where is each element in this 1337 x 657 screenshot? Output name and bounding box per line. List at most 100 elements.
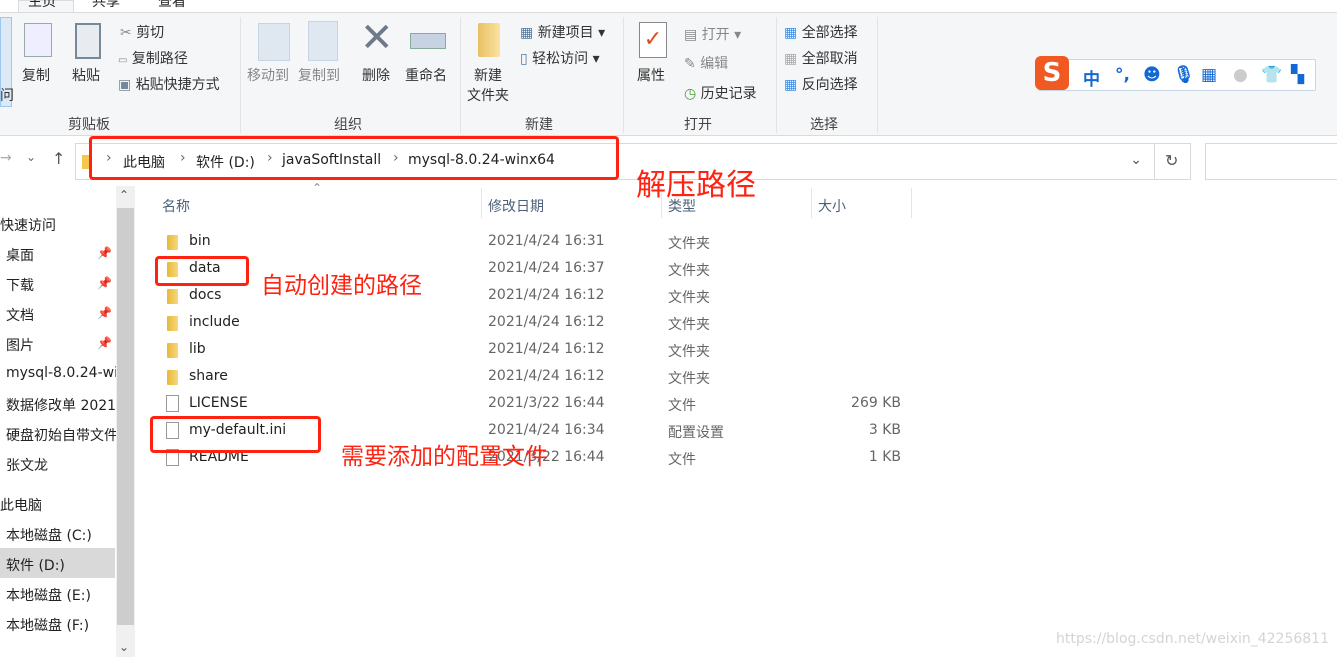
shortcut-icon: ▣ xyxy=(118,77,132,93)
file-row[interactable]: include 2021/4/24 16:12 文件夹 xyxy=(160,310,920,337)
tab-share[interactable]: 共享 xyxy=(92,0,120,11)
cut-button[interactable]: ✂ 剪切 xyxy=(120,22,164,42)
history-label: 历史记录 xyxy=(700,86,757,102)
ime-mode-toggle[interactable]: 中 xyxy=(1083,65,1100,90)
refresh-button[interactable]: ↻ xyxy=(1155,143,1191,180)
paste-shortcut-label: 粘贴快捷方式 xyxy=(135,77,220,93)
emoji-icon[interactable]: ☻ xyxy=(1143,65,1161,85)
group-new-label: 新建 xyxy=(525,117,553,133)
up-arrow-icon[interactable]: ↑ xyxy=(52,149,65,168)
nav-drive-e[interactable]: 本地磁盘 (E:) xyxy=(6,585,116,605)
file-row[interactable]: LICENSE 2021/3/22 16:44 文件 269 KB xyxy=(160,391,920,418)
edit-button[interactable]: ✎ 编辑 xyxy=(684,53,728,73)
rename-button[interactable]: 重命名 xyxy=(405,65,447,85)
column-divider[interactable] xyxy=(911,188,912,218)
invert-selection-button[interactable]: ▦ 反向选择 xyxy=(784,74,858,94)
paste-icon xyxy=(75,23,101,59)
file-date: 2021/4/24 16:12 xyxy=(488,314,605,330)
column-header-size[interactable]: 大小 xyxy=(818,196,846,216)
divider xyxy=(623,17,624,133)
copy-button[interactable]: 复制 xyxy=(22,65,50,85)
folder-icon xyxy=(167,289,178,304)
file-row[interactable]: bin 2021/4/24 16:31 文件夹 xyxy=(160,229,920,256)
delete-button[interactable]: 删除 xyxy=(362,65,390,85)
easy-access-label: 轻松访问 xyxy=(532,51,589,67)
group-select-label: 选择 xyxy=(810,117,838,133)
scissors-icon: ✂ xyxy=(120,25,132,41)
history-button[interactable]: ◷ 历史记录 xyxy=(684,83,757,103)
easy-access-button[interactable]: ▯ 轻松访问 ▾ xyxy=(520,48,600,68)
nav-item-recent[interactable]: 硬盘初始自带文件 xyxy=(6,425,116,445)
file-type: 配置设置 xyxy=(668,425,724,441)
move-to-button[interactable]: 移动到 xyxy=(247,65,289,85)
pin-label: 问 xyxy=(0,88,14,104)
file-date: 2021/4/24 16:12 xyxy=(488,368,605,384)
column-header-name[interactable]: 名称 xyxy=(162,196,190,216)
user-icon[interactable]: ● xyxy=(1233,65,1248,85)
copy-to-button[interactable]: 复制到 xyxy=(298,65,340,85)
pin-icon: 📌 xyxy=(97,246,112,260)
sogou-logo[interactable]: S xyxy=(1035,56,1069,90)
toolbox-icon[interactable]: ▚ xyxy=(1291,65,1304,85)
file-row[interactable]: lib 2021/4/24 16:12 文件夹 xyxy=(160,337,920,364)
divider xyxy=(877,17,878,133)
nav-quick-access[interactable]: 快速访问 xyxy=(0,215,110,235)
new-item-button[interactable]: ▦ 新建项目 ▾ xyxy=(520,22,605,42)
tab-home-label[interactable]: 主页 xyxy=(28,0,56,11)
tab-view[interactable]: 查看 xyxy=(158,0,186,11)
copy-path-label: 复制路径 xyxy=(131,51,188,67)
column-divider[interactable] xyxy=(811,188,812,218)
cut-label: 剪切 xyxy=(136,25,165,41)
properties-button[interactable]: 属性 xyxy=(637,65,665,85)
search-input[interactable] xyxy=(1205,143,1337,180)
easy-access-icon: ▯ xyxy=(520,51,528,67)
file-date: 2021/4/24 16:12 xyxy=(488,341,605,357)
keyboard-icon[interactable]: ▦ xyxy=(1201,65,1217,85)
address-dropdown-chevron-icon[interactable]: ⌄ xyxy=(1130,152,1142,168)
scroll-down-icon[interactable]: ⌄ xyxy=(119,640,129,654)
file-name: docs xyxy=(189,287,222,303)
nav-scrollbar-thumb[interactable] xyxy=(117,208,134,625)
watermark: https://blog.csdn.net/weixin_42256811 xyxy=(1055,631,1329,647)
forward-arrow-icon[interactable]: → xyxy=(0,150,12,166)
ime-punct-toggle[interactable]: °, xyxy=(1115,65,1130,85)
column-header-date[interactable]: 修改日期 xyxy=(488,196,544,216)
microphone-icon[interactable]: 🎙 xyxy=(1173,65,1195,85)
group-clipboard-label: 剪贴板 xyxy=(68,117,110,133)
open-icon: ▤ xyxy=(684,27,698,43)
divider xyxy=(460,17,461,133)
annotation-box-config xyxy=(150,416,321,453)
annotation-box-path xyxy=(89,136,619,180)
nav-item-recent[interactable]: mysql-8.0.24-winx64 xyxy=(6,365,116,381)
copy-path-button[interactable]: ▭ 复制路径 xyxy=(118,48,188,68)
history-icon: ◷ xyxy=(684,86,697,102)
pin-icon: 📌 xyxy=(97,336,112,350)
recent-locations-chevron-icon[interactable]: ⌄ xyxy=(26,150,36,164)
select-none-button[interactable]: ▦ 全部取消 xyxy=(784,48,858,68)
file-name: LICENSE xyxy=(189,395,248,411)
scroll-up-icon[interactable]: ⌃ xyxy=(119,188,129,202)
divider xyxy=(776,17,777,133)
file-date: 2021/4/24 16:34 xyxy=(488,422,605,438)
nav-drive-c[interactable]: 本地磁盘 (C:) xyxy=(6,525,116,545)
new-item-label: 新建项目 xyxy=(537,25,594,41)
new-folder-button[interactable]: 新建 xyxy=(474,65,502,85)
open-button[interactable]: ▤ 打开 ▾ xyxy=(684,24,741,44)
ime-toolbar[interactable]: S 中 °, ☻ 🎙 ▦ ● 👕 ▚ xyxy=(1035,56,1316,91)
divider xyxy=(240,17,241,133)
paste-shortcut-button[interactable]: ▣ 粘贴快捷方式 xyxy=(118,74,220,94)
file-type: 文件夹 xyxy=(668,317,710,333)
nav-drive-f[interactable]: 本地磁盘 (F:) xyxy=(6,615,116,635)
nav-item-recent[interactable]: 张文龙 xyxy=(6,455,116,475)
file-row[interactable]: share 2021/4/24 16:12 文件夹 xyxy=(160,364,920,391)
column-divider[interactable] xyxy=(481,188,482,218)
select-all-button[interactable]: ▦ 全部选择 xyxy=(784,22,858,42)
ribbon-tab-strip: 主页 共享 查看 xyxy=(0,0,1337,13)
paste-button[interactable]: 粘贴 xyxy=(72,65,100,85)
annotation-extract-path: 解压路径 xyxy=(636,168,756,203)
nav-item-recent[interactable]: 数据修改单 2021 xyxy=(6,395,116,415)
skin-shirt-icon[interactable]: 👕 xyxy=(1261,65,1282,85)
nav-this-pc[interactable]: 此电脑 xyxy=(0,495,110,515)
nav-drive-d[interactable]: 软件 (D:) xyxy=(6,555,116,575)
folder-icon xyxy=(167,235,178,250)
